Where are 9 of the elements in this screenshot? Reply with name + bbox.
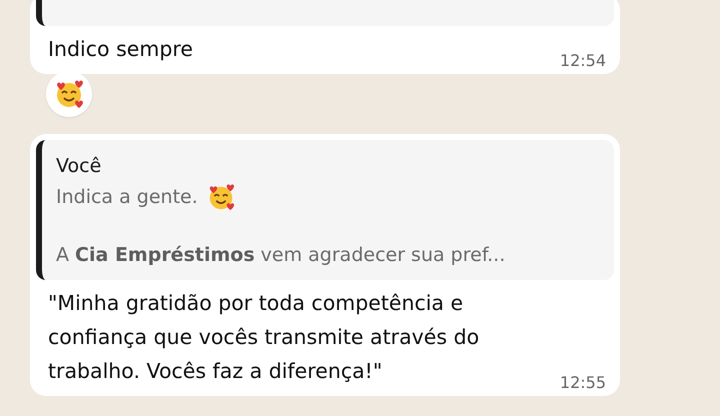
- quote-text: Indica a gente.: [56, 186, 198, 208]
- message-time: 12:55: [560, 373, 606, 392]
- quote-preview: A Cia Empréstimos vem agradecer sua pref...: [56, 243, 506, 268]
- reaction-badge[interactable]: [46, 71, 92, 117]
- message-time: 12:54: [560, 51, 606, 70]
- quote-author: Você: [56, 154, 102, 179]
- message-text: Indico sempre: [48, 36, 193, 63]
- quoted-message[interactable]: Você Indica a gente. A Cia Empréstimos vem agradecer sua pref...: [36, 140, 614, 280]
- message-text: "Minha gratidão por toda competência e confiança que vocês transmite através do trabalho. Vocês faz a diferença!": [48, 290, 480, 385]
